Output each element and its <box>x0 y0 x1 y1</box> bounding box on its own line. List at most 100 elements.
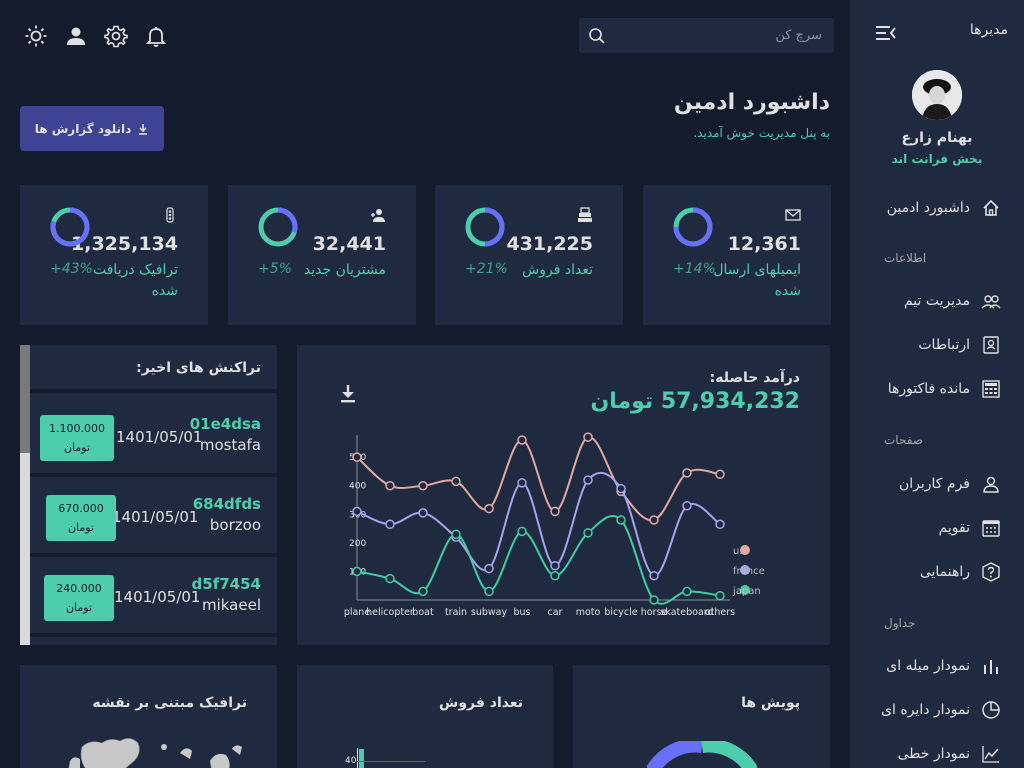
sidebar-item-pie-chart[interactable]: نمودار دایره ای <box>870 698 1002 722</box>
sidebar: مدیرها بهنام زارع بخش فرانت اند داشبورد … <box>850 0 1024 768</box>
sidebar-item-dashboard[interactable]: داشبورد ادمین <box>870 196 1002 220</box>
search-box <box>579 18 834 53</box>
data-point <box>649 595 659 605</box>
transaction-amount: 1.100.000 <box>49 422 105 435</box>
sidebar-item-calendar[interactable]: تقویم <box>870 516 1002 540</box>
x-tick-label: boat <box>412 607 434 618</box>
revenue-card: درآمد حاصله: 57,934,232 تومان 1002003004… <box>297 345 830 645</box>
download-icon <box>139 123 148 135</box>
sidebar-item-team[interactable]: مدیریت تیم <box>870 289 1002 313</box>
transaction-user: mostafa <box>199 436 261 454</box>
data-point <box>616 483 626 494</box>
sun-icon[interactable] <box>24 24 48 48</box>
page-subtitle: به پنل مدیریت خوش آمدید. <box>693 126 830 140</box>
transaction-row[interactable]: 684dfds borzoo 1401/05/01 670.000 تومان <box>30 481 277 557</box>
data-point <box>451 476 461 487</box>
transaction-currency: تومان <box>63 441 91 454</box>
x-tick-label: subway <box>471 607 508 618</box>
sidebar-item-contacts[interactable]: ارتباطات <box>870 333 1002 357</box>
transaction-currency: تومان <box>65 601 93 614</box>
progress-ring <box>465 207 505 247</box>
stat-card-emails: 12,361 ایمیلهای ارسال شده +14% <box>643 185 831 325</box>
progress-ring <box>258 207 298 247</box>
home-icon <box>980 197 1002 219</box>
stat-value: 32,441 <box>312 233 386 255</box>
stat-card-customers: 32,441 مشتریان جدید +5% <box>228 185 416 325</box>
legend-label: us <box>733 546 745 557</box>
email-icon <box>785 209 801 221</box>
search-icon[interactable] <box>587 26 607 46</box>
gear-icon[interactable] <box>104 24 128 48</box>
pie-chart-icon <box>980 699 1002 721</box>
transaction-row[interactable]: d5f7454 mikaeel 1401/05/01 240.000 تومان <box>30 561 277 637</box>
download-reports-label: دانلود گزارش ها <box>34 121 132 136</box>
transactions-title: تراکنش های اخیر: <box>136 360 261 376</box>
stat-percent: +43% <box>50 261 93 277</box>
stat-label: تعداد فروش <box>522 262 593 278</box>
stat-value: 12,361 <box>727 233 801 255</box>
data-point <box>352 566 362 577</box>
data-point <box>418 480 428 491</box>
x-tick-label: bus <box>513 607 530 618</box>
sidebar-item-label: نمودار خطی <box>897 746 970 762</box>
transaction-amount-badge: 670.000 تومان <box>46 495 116 541</box>
data-point <box>418 586 428 597</box>
bell-icon[interactable] <box>144 24 168 48</box>
x-tick-label: others <box>705 607 735 618</box>
sidebar-item-label: ارتباطات <box>918 337 970 353</box>
data-point <box>682 468 692 478</box>
data-point <box>583 475 593 485</box>
person-icon[interactable] <box>64 24 88 48</box>
sidebar-item-label: داشبورد ادمین <box>886 200 970 216</box>
sidebar-item-label: فرم کاربران <box>898 476 970 492</box>
sidebar-item-help[interactable]: راهنمایی <box>870 560 1002 584</box>
data-point <box>550 560 560 571</box>
search-input[interactable] <box>616 18 834 53</box>
transaction-amount-badge: 240.000 تومان <box>44 575 114 621</box>
world-map <box>68 738 242 768</box>
legend-label: japan <box>732 586 761 597</box>
transaction-date: 1401/05/01 <box>114 588 201 606</box>
data-point <box>649 515 659 525</box>
transaction-date: 1401/05/01 <box>112 508 199 526</box>
sidebar-item-bar-chart[interactable]: نمودار میله ای <box>870 654 1002 678</box>
data-point <box>715 519 725 530</box>
scrollbar-thumb[interactable] <box>20 345 30 453</box>
gridline <box>357 761 425 762</box>
sales-icon <box>578 207 592 222</box>
bar-chart-icon <box>980 655 1002 677</box>
data-point <box>715 590 725 601</box>
menu-collapse-icon[interactable] <box>876 24 896 42</box>
campaign-card: پویش ها <box>573 665 830 768</box>
sidebar-section-charts: جداول <box>884 616 916 630</box>
avatar[interactable] <box>912 70 962 120</box>
data-point <box>682 586 692 597</box>
progress-ring <box>50 207 90 247</box>
stat-card-traffic: 1,325,134 ترافیک دریافت شده +43% <box>20 185 208 325</box>
user-role: بخش فرانت اند <box>891 152 983 166</box>
scrollbar[interactable] <box>20 345 30 645</box>
legend-label: france <box>733 566 765 577</box>
data-point <box>715 469 725 480</box>
transaction-row[interactable]: 01e4dsa mostafa 1401/05/01 1.100.000 توم… <box>30 401 277 477</box>
transaction-user: mikaeel <box>201 596 261 614</box>
series-line-us <box>356 436 721 522</box>
sidebar-section-pages: صفحات <box>884 433 923 447</box>
download-reports-button[interactable]: دانلود گزارش ها <box>20 106 164 151</box>
sales-quantity-title: تعداد فروش <box>439 695 523 711</box>
transaction-id: d5f7454 <box>191 575 261 593</box>
invoices-icon <box>980 378 1002 400</box>
campaign-title: پویش ها <box>741 695 800 711</box>
x-tick-label: bicycle <box>604 607 637 618</box>
sidebar-item-label: تقویم <box>938 520 970 536</box>
data-point <box>385 519 395 530</box>
data-point <box>517 435 527 445</box>
sidebar-item-invoices[interactable]: مانده فاکتورها <box>870 377 1002 401</box>
user-photo-icon <box>912 70 962 120</box>
transaction-user: borzoo <box>209 516 261 534</box>
sidebar-item-user-form[interactable]: فرم کاربران <box>870 472 1002 496</box>
data-point <box>352 452 362 462</box>
x-tick-label: car <box>548 607 563 618</box>
sidebar-item-line-chart[interactable]: نمودار خطی <box>870 742 1002 766</box>
progress-ring <box>673 207 713 247</box>
